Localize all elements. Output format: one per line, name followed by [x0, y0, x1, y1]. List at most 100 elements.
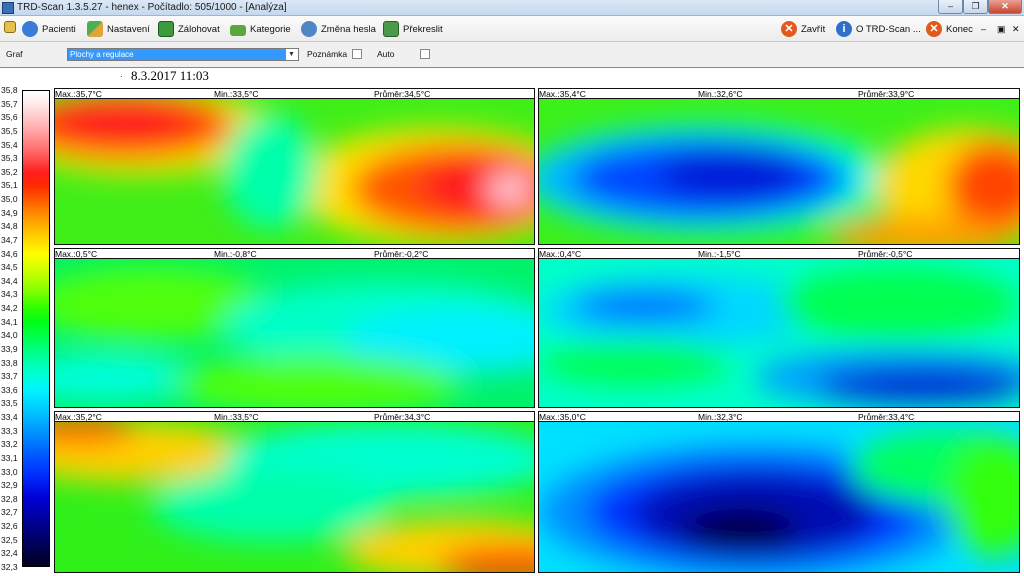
panel-avg-value: Průměr:-0,5°C: [858, 249, 913, 259]
panel-avg-value: Průměr:33,9°C: [858, 89, 915, 99]
legend-label: 35,1: [1, 180, 18, 191]
panel-min-value: Min.:32,6°C: [698, 89, 743, 99]
legend-label: 34,7: [1, 234, 18, 245]
panel-header: Max.:0,4°C Min.:-1,5°C Průměr:-0,5°C: [539, 249, 1019, 259]
zavrit-button[interactable]: ✕ Zavřít: [781, 19, 825, 39]
panel-max-value: Max.:35,0°C: [539, 412, 586, 422]
prekreslit-button[interactable]: Překreslit: [383, 19, 443, 39]
heat-region: [683, 509, 799, 551]
panel-header: Max.:35,2°C Min.:33,5°C Průměr:34,3°C: [55, 412, 534, 422]
panel-min-value: Min.:33,5°C: [214, 89, 259, 99]
heat-region: [817, 367, 1019, 403]
mdi-close-button[interactable]: ✕: [1012, 19, 1020, 39]
prekreslit-label: Překreslit: [403, 23, 443, 35]
thermogram-panel: Max.:0,4°C Min.:-1,5°C Průměr:-0,5°C: [538, 248, 1020, 408]
legend-label: 34,4: [1, 275, 18, 286]
konec-button[interactable]: ✕ Konec: [926, 19, 973, 39]
legend-label: 32,8: [1, 493, 18, 504]
zalohovat-label: Zálohovat: [178, 23, 220, 35]
legend-label: 34,2: [1, 303, 18, 314]
panel-max-value: Max.:35,2°C: [55, 412, 102, 422]
legend-label: 34,5: [1, 262, 18, 273]
panel-header: Max.:0,5°C Min.:-0,8°C Průměr:-0,2°C: [55, 249, 534, 259]
graph-type-select[interactable]: Plochy a regulace ▼: [67, 48, 299, 61]
legend-label: 35,2: [1, 166, 18, 177]
legend-label: 32,6: [1, 521, 18, 532]
legend-label: 35,8: [1, 85, 18, 95]
info-icon: i: [836, 21, 852, 37]
legend-label: 33,9: [1, 343, 18, 354]
window-title: TRD-Scan 1.3.5.27 - henex - Počítadlo: 5…: [17, 2, 287, 13]
tools-icon: [87, 21, 103, 37]
legend-label: 33,2: [1, 439, 18, 450]
legend-label: 33,1: [1, 452, 18, 463]
auto-checkbox[interactable]: [420, 49, 430, 59]
folder-icon: [230, 25, 246, 36]
thermogram-plot-area: · 8.3.2017 11:03 35,8 35,7 35,6 35,5 35,4 35,…: [0, 67, 1024, 576]
panel-header: Max.:35,0°C Min.:32,3°C Průměr:33,4°C: [539, 412, 1019, 422]
legend-label: 33,0: [1, 466, 18, 477]
graph-options-bar: Graf Plochy a regulace ▼ Poznámka Auto: [0, 43, 1024, 65]
graph-type-value: Plochy a regulace: [68, 49, 286, 60]
nastaveni-button[interactable]: Nastavení: [87, 19, 150, 39]
about-button[interactable]: i O TRD-Scan ...: [836, 19, 921, 39]
graf-label: Graf: [6, 49, 23, 59]
panel-max-value: Max.:35,7°C: [55, 89, 102, 99]
nastaveni-label: Nastavení: [107, 23, 150, 35]
title-bar: TRD-Scan 1.3.5.27 - henex - Počítadlo: 5…: [0, 0, 1024, 16]
app-icon: [2, 2, 14, 14]
pacienti-label: Pacienti: [42, 23, 76, 35]
legend-label: 32,7: [1, 507, 18, 518]
mdi-minimize-button[interactable]: –: [981, 19, 986, 39]
zmena-hesla-button[interactable]: Změna hesla: [301, 19, 376, 39]
legend-label: 33,5: [1, 398, 18, 409]
heatmap-image: [539, 99, 1019, 244]
zalohovat-button[interactable]: Zálohovat: [158, 19, 220, 39]
panel-max-value: Max.:35,4°C: [539, 89, 586, 99]
panel-avg-value: Průměr:34,5°C: [374, 89, 431, 99]
legend-label: 34,6: [1, 248, 18, 259]
poznamka-checkbox[interactable]: [352, 49, 362, 59]
legend-label: 34,8: [1, 221, 18, 232]
toolbar: Pacienti Nastavení Zálohovat Kategorie Z…: [0, 16, 1024, 42]
mdi-restore-button[interactable]: ▣: [997, 19, 1006, 39]
thermogram-panel: Max.:35,7°C Min.:33,5°C Průměr:34,5°C: [54, 88, 535, 245]
panel-avg-value: Průměr:34,3°C: [374, 412, 431, 422]
measurement-datetime: 8.3.2017 11:03: [131, 68, 209, 83]
legend-label: 33,6: [1, 384, 18, 395]
auto-label: Auto: [377, 49, 395, 59]
maximize-button[interactable]: ❐: [963, 0, 988, 14]
panel-min-value: Min.:-0,8°C: [214, 249, 257, 259]
heat-region: [222, 113, 319, 230]
legend-label: 35,5: [1, 125, 18, 136]
legend-label: 35,0: [1, 194, 18, 205]
panel-min-value: Min.:-1,5°C: [698, 249, 741, 259]
poznamka-label: Poznámka: [307, 49, 348, 59]
thermogram-panel: Max.:0,5°C Min.:-0,8°C Průměr:-0,2°C: [54, 248, 535, 408]
heatmap-image: [55, 422, 534, 572]
panel-max-value: Max.:0,5°C: [55, 249, 98, 259]
pacienti-button[interactable]: Pacienti: [22, 19, 76, 39]
legend-label: 33,8: [1, 357, 18, 368]
legend-label: 32,3: [1, 562, 18, 572]
heat-region: [572, 291, 717, 322]
heatmap-image: [539, 422, 1019, 572]
heatmap-image: [55, 259, 534, 407]
legend-label: 34,9: [1, 207, 18, 218]
about-label: O TRD-Scan ...: [856, 23, 921, 35]
panel-header: Max.:35,7°C Min.:33,5°C Průměr:34,5°C: [55, 89, 534, 99]
minimize-button[interactable]: –: [938, 0, 963, 14]
exit-icon: ✕: [926, 21, 942, 37]
close-window-button[interactable]: ✕: [988, 0, 1022, 14]
heat-region: [539, 340, 731, 385]
chevron-down-icon[interactable]: ▼: [286, 49, 297, 60]
floppy-disk-icon: [158, 21, 174, 37]
legend-label: 34,0: [1, 330, 18, 341]
legend-label: 35,3: [1, 153, 18, 164]
patients-icon: [22, 21, 38, 37]
kategorie-button[interactable]: Kategorie: [230, 19, 291, 39]
menu-icon[interactable]: [4, 21, 16, 33]
application-window: TRD-Scan 1.3.5.27 - henex - Počítadlo: 5…: [0, 0, 1024, 576]
heat-region: [659, 148, 803, 201]
panel-max-value: Max.:0,4°C: [539, 249, 582, 259]
